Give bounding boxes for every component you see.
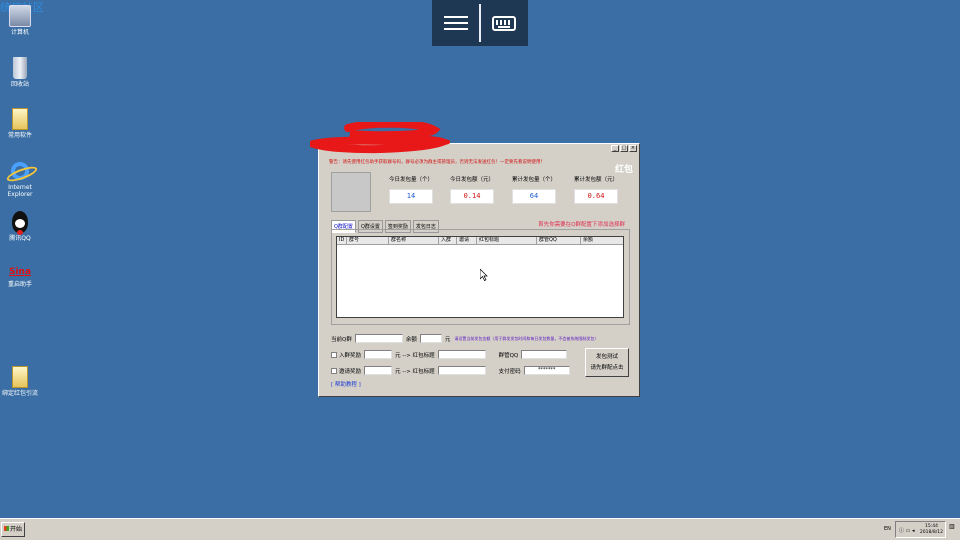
current-group-label: 当前Q群 <box>331 336 352 343</box>
stat-total-amount: 累计发包额（元） 0.64 <box>566 175 626 204</box>
taskbar: 开始 EN ⓘ ▭ ◂ 15:44 2018/8/12 ▥ <box>0 518 960 540</box>
desktop-icon-ie[interactable]: Internet Explorer <box>0 160 40 198</box>
network-icon[interactable]: ▭ <box>906 528 911 534</box>
invite-redpacket-title[interactable] <box>437 366 486 375</box>
avatar <box>331 172 371 212</box>
desktop-icon-label: 绑定红包引流 <box>1 390 38 397</box>
desktop-icon-restart-helper[interactable]: Sina 重启助手 <box>0 265 40 288</box>
keyboard-icon[interactable] <box>480 0 528 46</box>
join-reward-row: 入群奖励 元 --> 红包标题 群管QQ <box>331 350 570 359</box>
pay-password-label: 支付密码 <box>498 368 521 375</box>
stat-label: 今日发包量（个） <box>388 177 433 183</box>
desktop-icon-qq[interactable]: 腾讯QQ <box>0 211 40 242</box>
help-link[interactable]: [ 帮助教程 ] <box>331 380 361 388</box>
desktop-icon-label: 常用软件 <box>7 132 32 139</box>
join-reward-checkbox[interactable] <box>331 351 337 358</box>
amount-note: 请设置当前发包金额（用于群发发包时间和每日发包数量，不会被系统限制发包） <box>454 335 599 341</box>
current-group-input[interactable] <box>354 334 403 343</box>
stat-value: 14 <box>389 189 433 204</box>
clock-date: 2018/8/12 <box>919 530 943 535</box>
invite-reward-checkbox[interactable] <box>331 367 337 374</box>
grid-header: ID 群号 群名称 入群 邀请 红包标题 群管QQ 余额 <box>337 237 623 245</box>
invite-arrow-label: 元 --> 红包标题 <box>395 368 435 375</box>
computer-icon <box>9 5 31 27</box>
current-group-row: 当前Q群 余额 元 请设置当前发包金额（用于群发发包时间和每日发包数量，不会被系… <box>331 334 598 343</box>
desktop-icon-label: Internet Explorer <box>7 184 33 198</box>
menu-icon[interactable] <box>432 0 480 46</box>
stat-total-count: 累计发包量（个） 64 <box>504 175 564 204</box>
stat-label: 累计发包额（元） <box>573 177 618 183</box>
grid-col-redpacket-title[interactable]: 红包标题 <box>477 237 537 244</box>
stat-label: 今日发包额（元） <box>449 177 494 183</box>
tab-hint: 首先你需要在Q群配置下添加选择群 <box>538 222 625 228</box>
stat-value: 64 <box>512 189 556 204</box>
desktop-icon-label: 回收站 <box>10 81 29 88</box>
sina-icon: Sina <box>8 267 32 277</box>
balance-label: 余额 <box>405 336 417 343</box>
info-icon[interactable]: ⓘ <box>899 528 904 534</box>
recycle-bin-icon <box>13 57 27 79</box>
desktop-icon-recycle-bin[interactable]: 回收站 <box>0 57 40 88</box>
desktop-icon-redpacket-folder[interactable]: 绑定红包引流 <box>0 366 40 397</box>
folder-icon <box>12 108 28 130</box>
grid-col-id[interactable]: ID <box>337 237 347 244</box>
grid-col-admin-qq[interactable]: 群管QQ <box>537 237 581 244</box>
remote-toolbar <box>432 0 528 46</box>
join-reward-label: 入群奖励 <box>339 352 362 359</box>
yuan-label: 元 <box>444 336 451 343</box>
tray-icons[interactable]: ⓘ ▭ ◂ <box>899 527 914 534</box>
mouse-cursor-icon <box>480 269 488 281</box>
desktop-icon-label: 腾讯QQ <box>9 235 31 242</box>
stat-today-count: 今日发包量（个） 14 <box>381 175 441 204</box>
grid-col-group-number[interactable]: 群号 <box>347 237 389 244</box>
minimize-button[interactable]: _ <box>611 145 619 152</box>
start-label: 开始 <box>10 526 23 533</box>
language-indicator[interactable]: EN <box>884 526 891 532</box>
desktop-icon-computer[interactable]: 计算机 <box>0 5 40 36</box>
join-arrow-label: 元 --> 红包标题 <box>395 352 435 359</box>
join-reward-amount[interactable] <box>364 350 393 359</box>
window-title: 红包助手 <box>371 147 394 153</box>
window-titlebar[interactable]: 红包助手 _ □ × <box>319 144 639 153</box>
qq-icon <box>12 211 28 233</box>
send-test-button[interactable]: 发包测试 请先群配点击 <box>585 348 629 377</box>
close-button[interactable]: × <box>629 145 637 152</box>
join-redpacket-title[interactable] <box>437 350 486 359</box>
grid-col-balance[interactable]: 余额 <box>581 237 623 244</box>
grid-col-join[interactable]: 入群 <box>439 237 457 244</box>
warning-notice: 警告：请先使用红包助手获取群号码，群号必须为群主或管理员，否则无法发送红包！一定… <box>329 160 545 165</box>
pay-password-input[interactable]: ******* <box>523 366 570 375</box>
desktop-icon-label: 重启助手 <box>7 281 32 288</box>
stat-value: 0.64 <box>574 189 618 204</box>
group-admin-input[interactable] <box>521 350 568 359</box>
desktop-icon-label: 计算机 <box>10 29 29 36</box>
show-desktop-icon[interactable]: ▥ <box>949 523 958 536</box>
group-admin-label: 群管QQ <box>498 352 519 359</box>
grid-col-group-name[interactable]: 群名称 <box>389 237 439 244</box>
start-button[interactable]: 开始 <box>1 522 25 537</box>
folder-icon <box>12 366 28 388</box>
balance-input[interactable] <box>419 334 442 343</box>
send-test-sublabel: 请先群配点击 <box>590 365 624 371</box>
stat-value: 0.14 <box>450 189 494 204</box>
ie-icon <box>9 160 31 182</box>
system-tray: ⓘ ▭ ◂ 15:44 2018/8/12 <box>895 521 946 538</box>
corner-mark: 红包 <box>614 165 633 175</box>
invite-reward-label: 邀请奖励 <box>339 368 362 375</box>
stat-today-amount: 今日发包额（元） 0.14 <box>442 175 502 204</box>
clock[interactable]: 15:44 2018/8/12 <box>920 524 943 536</box>
desktop-icon-common-software[interactable]: 常用软件 <box>0 108 40 139</box>
stat-label: 累计发包量（个） <box>511 177 556 183</box>
windows-logo-icon <box>4 526 9 531</box>
maximize-button[interactable]: □ <box>620 145 628 152</box>
invite-reward-row: 邀请奖励 元 --> 红包标题 支付密码 ******* <box>331 366 573 375</box>
app-window: 红包助手 _ □ × 警告：请先使用红包助手获取群号码，群号必须为群主或管理员，… <box>318 143 640 397</box>
toolbar-divider <box>479 4 481 42</box>
send-test-label: 发包测试 <box>595 354 618 360</box>
volume-icon[interactable]: ◂ <box>912 528 915 534</box>
invite-reward-amount[interactable] <box>364 366 393 375</box>
grid-col-invite[interactable]: 邀请 <box>457 237 477 244</box>
